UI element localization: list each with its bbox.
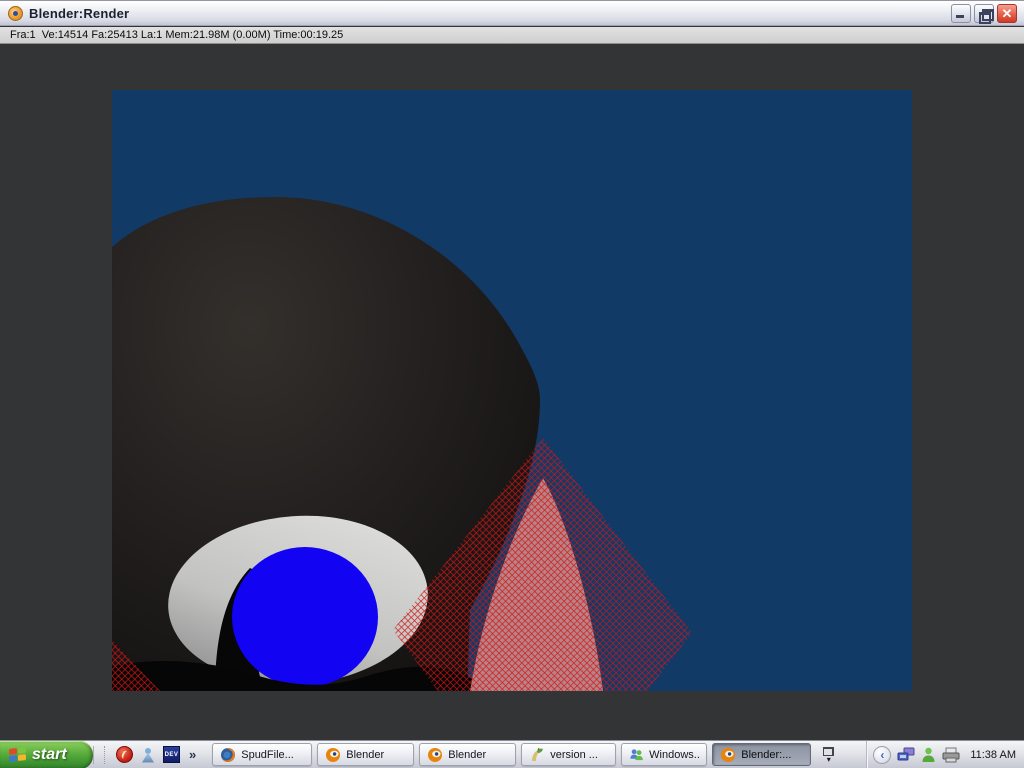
window-titlebar[interactable]: Blender:Render: [0, 0, 1024, 26]
blender-render-window-icon: [8, 6, 23, 21]
taskbar-button-label: Blender: [346, 749, 384, 761]
start-button[interactable]: start: [0, 741, 93, 768]
quick-launch-handle[interactable]: [104, 746, 107, 764]
taskbar-button-label: Blender: [448, 749, 486, 761]
window-controls: [951, 4, 1019, 23]
render-eye-pupil: [232, 547, 378, 687]
taskbar-button-blender-2[interactable]: Blender: [419, 743, 516, 766]
windows-flag-icon: [8, 746, 27, 763]
taskbar-button-windows-messenger[interactable]: Windows...: [621, 743, 707, 766]
version-app-icon: [529, 747, 545, 763]
chevron-down-icon: ▾: [827, 756, 831, 763]
rendered-image: [112, 90, 912, 691]
render-stats-bar: Fra:1 Ve:14514 Fa:25413 La:1 Mem:21.98M …: [0, 27, 1024, 44]
dev-cpp-icon[interactable]: DEV: [163, 746, 180, 763]
minimize-button[interactable]: [951, 4, 971, 23]
taskbar-button-label: Blender:...: [741, 749, 791, 761]
taskbar-toolbar-chevron[interactable]: ▾: [823, 747, 834, 763]
quick-launch: DEV »: [93, 746, 206, 764]
taskbar-button-spudfile[interactable]: SpudFile...: [212, 743, 312, 766]
printer-icon[interactable]: [942, 747, 960, 763]
taskbar-button-blender-render-active[interactable]: Blender:...: [712, 743, 811, 766]
taskbar-clock[interactable]: 11:38 AM: [966, 749, 1016, 761]
taskbar: start DEV » SpudFile...: [0, 740, 1024, 768]
aim-icon[interactable]: [116, 746, 133, 763]
taskbar-button-version[interactable]: version ...: [521, 743, 616, 766]
quick-launch-overflow-chevron[interactable]: »: [187, 747, 198, 762]
window-title: Blender:Render: [29, 6, 129, 21]
taskbar-button-label: Windows...: [649, 749, 699, 761]
taskbar-button-label: version ...: [550, 749, 598, 761]
messenger-person-icon[interactable]: [921, 747, 936, 763]
blender-icon: [720, 747, 736, 763]
close-button[interactable]: [997, 4, 1017, 23]
blender-icon: [325, 747, 341, 763]
window-stack-icon: [823, 747, 834, 756]
firefox-icon: [220, 747, 236, 763]
task-buttons: SpudFile... Blender Blender: [206, 743, 811, 766]
collapse-chevron-icon[interactable]: ‹: [873, 746, 891, 764]
network-icon[interactable]: [897, 747, 915, 763]
taskbar-button-blender-1[interactable]: Blender: [317, 743, 414, 766]
render-viewport: [0, 45, 1024, 740]
restore-button[interactable]: [974, 4, 994, 23]
render-stats-text: Fra:1 Ve:14514 Fa:25413 La:1 Mem:21.98M …: [10, 29, 343, 41]
blender-icon: [427, 747, 443, 763]
taskbar-button-label: SpudFile...: [241, 749, 294, 761]
blue-figure-icon[interactable]: [140, 747, 156, 763]
start-button-label: start: [32, 746, 67, 764]
system-tray: ‹ 11:38 AM: [866, 741, 1024, 768]
desktop-screen: Blender:Render Fra:1 Ve:14514 Fa:25413 L…: [0, 0, 1024, 768]
messenger-people-icon: [629, 747, 644, 763]
